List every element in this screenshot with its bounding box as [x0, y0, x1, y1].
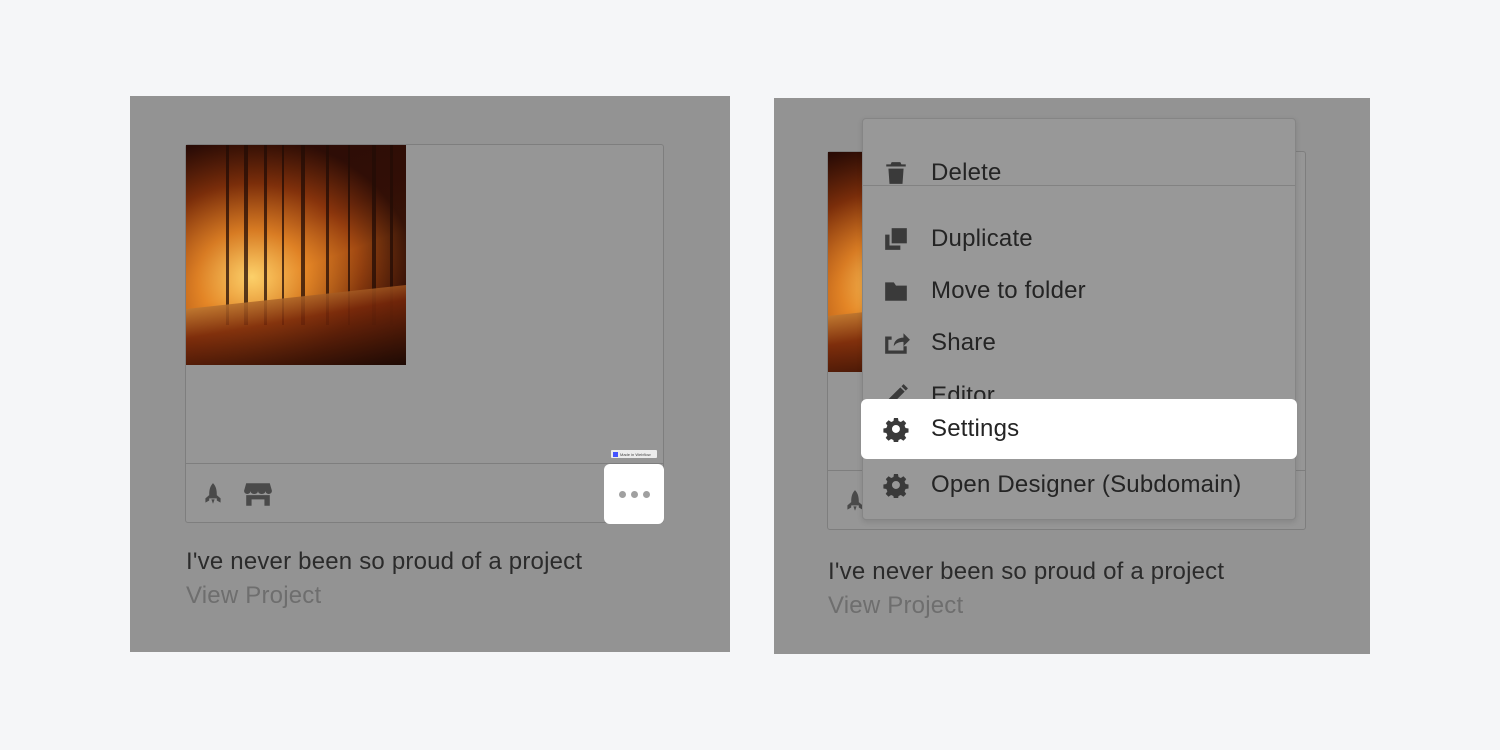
menu-item-label: Open Designer (Subdomain) [931, 471, 1242, 498]
menu-item-label: Duplicate [931, 225, 1033, 252]
badge-label: Made in Webflow [620, 451, 651, 457]
ellipsis-icon [618, 490, 626, 498]
menu-item-settings[interactable]: Settings [861, 399, 1297, 459]
made-in-webflow-badge[interactable]: Made in Webflow [611, 450, 657, 458]
menu-item-move-to-folder[interactable]: Move to folder [863, 265, 1295, 317]
share-icon [883, 330, 910, 356]
project-title: I've never been so proud of a project [186, 548, 583, 575]
storefront-icon[interactable] [243, 481, 272, 507]
menu-item-label: Share [931, 329, 997, 356]
right-panel: Delete Duplicate Move to folder Share Ed… [774, 98, 1370, 654]
rocket-icon[interactable] [200, 481, 226, 507]
project-thumbnail-image [186, 145, 406, 365]
menu-item-delete[interactable]: Delete [863, 147, 1295, 199]
left-panel: Made in Webflow I've never been so proud… [130, 96, 730, 652]
menu-item-label: Delete [931, 159, 1002, 186]
view-project-link[interactable]: View Project [828, 592, 963, 620]
webflow-logo-icon [613, 451, 618, 457]
project-card[interactable]: Made in Webflow [185, 144, 664, 523]
menu-item-open-designer[interactable]: Open Designer (Subdomain) [863, 459, 1295, 511]
menu-divider [863, 185, 1295, 186]
folder-icon [883, 278, 909, 304]
view-project-link[interactable]: View Project [186, 582, 321, 610]
menu-item-label: Settings [931, 415, 1020, 442]
more-options-button[interactable] [604, 464, 664, 524]
gear-icon [883, 416, 909, 444]
project-options-menu: Delete Duplicate Move to folder Share Ed… [861, 118, 1297, 520]
menu-item-share[interactable]: Share [863, 317, 1295, 369]
gear-icon [883, 472, 909, 500]
project-thumbnail-area[interactable]: Made in Webflow [186, 145, 663, 464]
trash-icon [883, 160, 909, 186]
duplicate-icon [883, 226, 909, 252]
card-footer [186, 464, 663, 522]
menu-item-duplicate[interactable]: Duplicate [863, 213, 1295, 265]
project-title: I've never been so proud of a project [828, 558, 1225, 585]
menu-item-label: Move to folder [931, 277, 1086, 304]
